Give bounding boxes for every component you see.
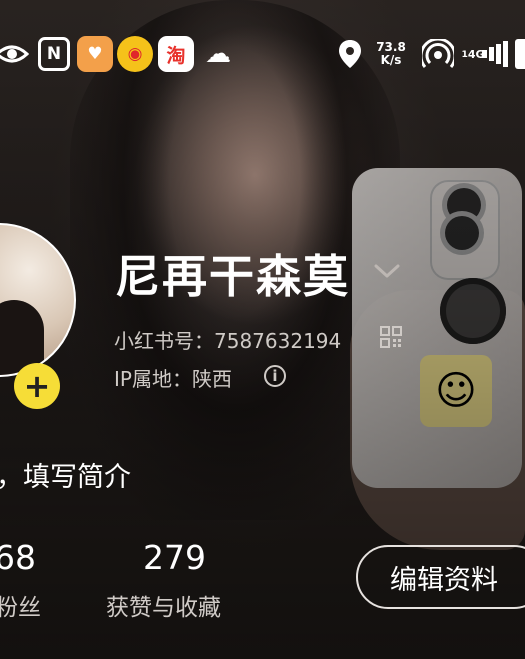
edit-profile-button[interactable]: 编辑资料 xyxy=(356,545,525,609)
add-avatar-button[interactable]: + xyxy=(14,363,60,409)
hotspot-icon xyxy=(420,32,456,76)
bio-placeholder[interactable]: ，填写简介 xyxy=(0,455,131,494)
heart-app-icon: ♥ xyxy=(77,32,113,76)
avatar[interactable] xyxy=(0,223,76,377)
chevron-down-icon[interactable] xyxy=(372,256,402,286)
eye-icon xyxy=(0,32,30,76)
avatar-block: + xyxy=(0,223,76,409)
battery-icon xyxy=(515,32,525,76)
info-icon[interactable]: i xyxy=(264,365,286,387)
net-speed: 73.8 K/s xyxy=(376,40,406,67)
wechat-icon: ☁ xyxy=(205,39,231,69)
taobao-icon: 淘 xyxy=(158,32,194,76)
status-bar: N ♥ ◉ 淘 ☁ 73.8 K/s 1 4G xyxy=(0,32,525,76)
ip-location: IP属地：陕西 xyxy=(114,367,232,391)
location-icon xyxy=(335,32,365,76)
signal-icon xyxy=(479,32,513,76)
fans-count[interactable]: 68 xyxy=(0,538,36,577)
weibo-icon: ◉ xyxy=(117,32,153,76)
nfc-icon: N xyxy=(38,32,70,76)
qr-code-icon[interactable] xyxy=(380,326,402,348)
likes-label[interactable]: 获赞与收藏 xyxy=(106,588,221,622)
likes-count[interactable]: 279 xyxy=(143,538,206,577)
fans-label[interactable]: 粉丝 xyxy=(0,588,41,622)
profile-screen: ☺ N ♥ ◉ 淘 ☁ 73.8 K/s 14G + 尼再干森莫 小 xyxy=(0,0,525,659)
red-id: 小红书号：7587632194 xyxy=(114,329,342,353)
nickname: 尼再干森莫 xyxy=(115,250,351,303)
